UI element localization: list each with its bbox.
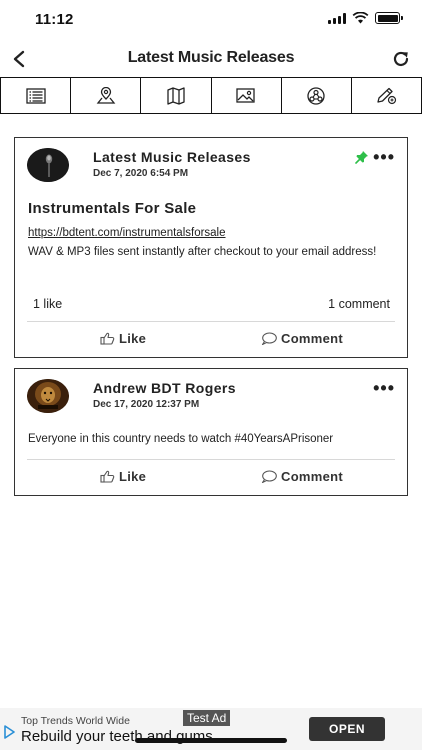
- thumbs-up-icon: [100, 470, 115, 483]
- ad-source: Top Trends World Wide: [21, 715, 130, 727]
- post-link[interactable]: https://bdtent.com/instrumentalsforsale: [28, 227, 226, 239]
- ad-label: Test Ad: [183, 710, 231, 726]
- status-time: 11:12: [35, 11, 74, 28]
- ad-choices-icon[interactable]: [3, 725, 15, 739]
- ad-open-button[interactable]: OPEN: [309, 717, 385, 741]
- image-icon: [236, 88, 255, 103]
- battery-icon: [375, 12, 403, 24]
- comment-button[interactable]: Comment: [261, 331, 343, 346]
- divider: [27, 321, 395, 322]
- post-date: Dec 17, 2020 12:37 PM: [93, 399, 200, 410]
- wifi-icon: [352, 12, 369, 24]
- like-label: Like: [119, 331, 147, 346]
- post-date: Dec 7, 2020 6:54 PM: [93, 168, 189, 179]
- page-title: Latest Music Releases: [127, 49, 295, 66]
- refresh-icon: [393, 51, 409, 66]
- map-icon: [167, 86, 185, 105]
- pin-icon: [355, 150, 369, 169]
- refresh-button[interactable]: [388, 46, 414, 72]
- comment-label: Comment: [281, 331, 344, 346]
- list-icon: [25, 87, 46, 104]
- comment-bubble-icon: [261, 470, 277, 483]
- tab-list[interactable]: [0, 78, 70, 113]
- edit-icon: [377, 87, 397, 104]
- tab-map[interactable]: [140, 78, 210, 113]
- cellular-signal-icon: [328, 12, 346, 24]
- home-indicator[interactable]: [135, 738, 287, 743]
- post-body: WAV & MP3 files sent instantly after che…: [28, 246, 377, 258]
- avatar[interactable]: [27, 148, 69, 182]
- status-bar: 11:12: [0, 0, 422, 40]
- comment-label: Comment: [281, 469, 344, 484]
- comment-button[interactable]: Comment: [261, 469, 343, 484]
- tab-location[interactable]: [70, 78, 140, 113]
- ad-banner[interactable]: Top Trends World Wide Rebuild your teeth…: [0, 708, 422, 750]
- likes-count[interactable]: 1 like: [33, 297, 62, 311]
- thumbs-up-icon: [100, 332, 115, 345]
- post-body: Everyone in this country needs to watch …: [28, 433, 334, 445]
- more-options-button[interactable]: •••: [373, 379, 395, 397]
- nav-bar: Latest Music Releases: [0, 42, 422, 76]
- tab-photos[interactable]: [210, 78, 281, 113]
- tab-network[interactable]: [280, 78, 351, 113]
- more-options-button[interactable]: •••: [373, 148, 395, 166]
- comment-bubble-icon: [261, 332, 277, 345]
- network-icon: [307, 86, 325, 105]
- like-button[interactable]: Like: [100, 331, 146, 346]
- like-label: Like: [119, 469, 147, 484]
- comments-count[interactable]: 1 comment: [328, 297, 390, 311]
- map-pin-icon: [96, 86, 116, 104]
- post-author[interactable]: Latest Music Releases: [93, 149, 251, 165]
- post-card[interactable]: Latest Music Releases Dec 7, 2020 6:54 P…: [14, 137, 408, 358]
- like-button[interactable]: Like: [100, 469, 146, 484]
- avatar[interactable]: [27, 379, 69, 413]
- tab-edit[interactable]: [350, 78, 422, 113]
- divider: [27, 459, 395, 460]
- post-card[interactable]: Andrew BDT Rogers Dec 17, 2020 12:37 PM …: [14, 368, 408, 496]
- post-heading: Instrumentals For Sale: [28, 200, 197, 217]
- status-icons: [328, 12, 403, 24]
- post-author[interactable]: Andrew BDT Rogers: [93, 380, 236, 396]
- tab-bar: [0, 77, 422, 114]
